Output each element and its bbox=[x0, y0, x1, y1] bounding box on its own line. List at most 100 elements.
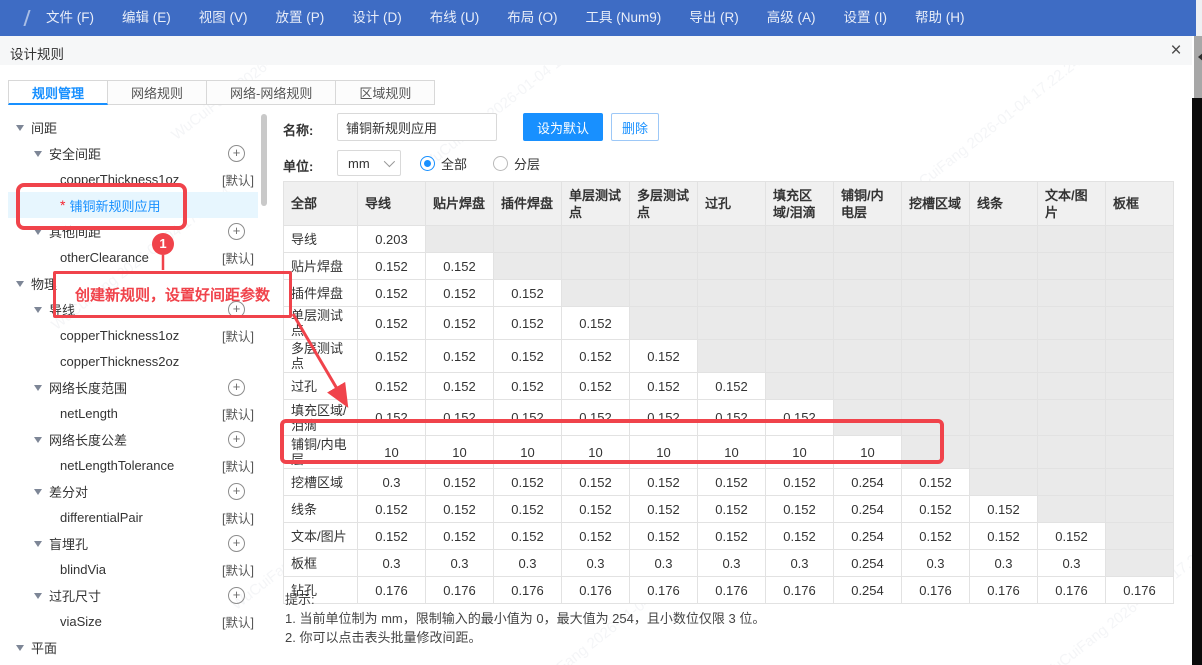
matrix-cell-r5-c4[interactable]: 0.152 bbox=[630, 373, 698, 400]
matrix-cell-r11-c5[interactable]: 0.3 bbox=[698, 550, 766, 577]
matrix-cell-r9-c7[interactable]: 0.254 bbox=[834, 496, 902, 523]
matrix-cell-r7-c6[interactable]: 10 bbox=[766, 436, 834, 469]
matrix-cell-r10-c4[interactable]: 0.152 bbox=[630, 523, 698, 550]
matrix-cell-r3-c3[interactable]: 0.152 bbox=[562, 307, 630, 340]
matrix-cell-r6-c2[interactable]: 0.152 bbox=[494, 400, 562, 436]
matrix-cell-r1-c0[interactable]: 0.152 bbox=[358, 253, 426, 280]
matrix-cell-r8-c3[interactable]: 0.152 bbox=[562, 469, 630, 496]
matrix-cell-r10-c3[interactable]: 0.152 bbox=[562, 523, 630, 550]
unit-select[interactable]: mm bbox=[337, 150, 401, 176]
add-rule-icon[interactable]: + bbox=[228, 483, 245, 500]
tree-item-4[interactable]: 其他间距+ bbox=[8, 218, 258, 244]
menu-item-8[interactable]: 导出 (R) bbox=[675, 0, 753, 36]
menu-item-5[interactable]: 布线 (U) bbox=[416, 0, 494, 36]
matrix-cell-r12-c7[interactable]: 0.254 bbox=[834, 577, 902, 604]
matrix-col-header-2[interactable]: 贴片焊盘 bbox=[426, 182, 494, 226]
matrix-cell-r11-c6[interactable]: 0.3 bbox=[766, 550, 834, 577]
tree-scrollbar[interactable] bbox=[261, 114, 267, 206]
matrix-cell-r4-c1[interactable]: 0.152 bbox=[426, 340, 494, 373]
matrix-cell-r10-c9[interactable]: 0.152 bbox=[970, 523, 1038, 550]
matrix-cell-r10-c1[interactable]: 0.152 bbox=[426, 523, 494, 550]
matrix-cell-r0-c0[interactable]: 0.203 bbox=[358, 226, 426, 253]
matrix-col-header-4[interactable]: 单层测试点 bbox=[562, 182, 630, 226]
matrix-cell-r11-c0[interactable]: 0.3 bbox=[358, 550, 426, 577]
matrix-cell-r6-c5[interactable]: 0.152 bbox=[698, 400, 766, 436]
menu-item-10[interactable]: 设置 (I) bbox=[830, 0, 902, 36]
menu-item-6[interactable]: 布局 (O) bbox=[493, 0, 571, 36]
matrix-col-header-12[interactable]: 板框 bbox=[1106, 182, 1174, 226]
matrix-cell-r9-c1[interactable]: 0.152 bbox=[426, 496, 494, 523]
matrix-cell-r6-c3[interactable]: 0.152 bbox=[562, 400, 630, 436]
matrix-cell-r11-c4[interactable]: 0.3 bbox=[630, 550, 698, 577]
radio-icon[interactable] bbox=[420, 156, 435, 171]
tab-1[interactable]: 网络规则 bbox=[108, 80, 207, 105]
matrix-cell-r7-c7[interactable]: 10 bbox=[834, 436, 902, 469]
panel-collapse-icon[interactable] bbox=[1193, 52, 1202, 62]
matrix-cell-r8-c4[interactable]: 0.152 bbox=[630, 469, 698, 496]
tree-item-3[interactable]: *铺铜新规则应用 bbox=[8, 192, 258, 218]
tree-item-1[interactable]: 安全间距+ bbox=[8, 140, 258, 166]
caret-down-icon[interactable] bbox=[34, 437, 42, 447]
matrix-cell-r10-c10[interactable]: 0.152 bbox=[1038, 523, 1106, 550]
matrix-cell-r11-c1[interactable]: 0.3 bbox=[426, 550, 494, 577]
matrix-col-header-3[interactable]: 插件焊盘 bbox=[494, 182, 562, 226]
tab-2[interactable]: 网络-网络规则 bbox=[207, 80, 336, 105]
matrix-col-header-8[interactable]: 铺铜/内电层 bbox=[834, 182, 902, 226]
matrix-cell-r2-c0[interactable]: 0.152 bbox=[358, 280, 426, 307]
matrix-cell-r9-c6[interactable]: 0.152 bbox=[766, 496, 834, 523]
matrix-cell-r6-c6[interactable]: 0.152 bbox=[766, 400, 834, 436]
matrix-cell-r4-c0[interactable]: 0.152 bbox=[358, 340, 426, 373]
matrix-col-header-7[interactable]: 填充区域/泪滴 bbox=[766, 182, 834, 226]
tree-item-18[interactable]: 过孔尺寸+ bbox=[8, 582, 258, 608]
matrix-col-header-6[interactable]: 过孔 bbox=[698, 182, 766, 226]
caret-down-icon[interactable] bbox=[34, 229, 42, 239]
add-rule-icon[interactable]: + bbox=[228, 145, 245, 162]
matrix-cell-r11-c7[interactable]: 0.254 bbox=[834, 550, 902, 577]
tree-item-13[interactable]: netLengthTolerance[默认] bbox=[8, 452, 258, 478]
tree-item-20[interactable]: 平面 bbox=[8, 634, 258, 660]
matrix-cell-r11-c2[interactable]: 0.3 bbox=[494, 550, 562, 577]
matrix-cell-r9-c5[interactable]: 0.152 bbox=[698, 496, 766, 523]
matrix-cell-r4-c3[interactable]: 0.152 bbox=[562, 340, 630, 373]
matrix-cell-r7-c3[interactable]: 10 bbox=[562, 436, 630, 469]
tree-item-9[interactable]: copperThickness2oz bbox=[8, 348, 258, 374]
add-rule-icon[interactable]: + bbox=[228, 223, 245, 240]
matrix-cell-r10-c7[interactable]: 0.254 bbox=[834, 523, 902, 550]
matrix-cell-r7-c2[interactable]: 10 bbox=[494, 436, 562, 469]
menu-item-0[interactable]: 文件 (F) bbox=[32, 0, 108, 36]
matrix-cell-r2-c2[interactable]: 0.152 bbox=[494, 280, 562, 307]
tree-item-14[interactable]: 差分对+ bbox=[8, 478, 258, 504]
radio-option-0[interactable]: 全部 bbox=[420, 154, 467, 173]
matrix-cell-r1-c1[interactable]: 0.152 bbox=[426, 253, 494, 280]
matrix-col-header-1[interactable]: 导线 bbox=[358, 182, 426, 226]
matrix-cell-r6-c0[interactable]: 0.152 bbox=[358, 400, 426, 436]
matrix-cell-r11-c10[interactable]: 0.3 bbox=[1038, 550, 1106, 577]
tree-item-17[interactable]: blindVia[默认] bbox=[8, 556, 258, 582]
menu-item-3[interactable]: 放置 (P) bbox=[262, 0, 339, 36]
matrix-cell-r7-c4[interactable]: 10 bbox=[630, 436, 698, 469]
matrix-cell-r11-c8[interactable]: 0.3 bbox=[902, 550, 970, 577]
set-default-button[interactable]: 设为默认 bbox=[523, 113, 603, 141]
tree-item-2[interactable]: copperThickness1oz[默认] bbox=[8, 166, 258, 192]
caret-down-icon[interactable] bbox=[16, 645, 24, 655]
matrix-cell-r5-c2[interactable]: 0.152 bbox=[494, 373, 562, 400]
matrix-cell-r6-c1[interactable]: 0.152 bbox=[426, 400, 494, 436]
add-rule-icon[interactable]: + bbox=[228, 431, 245, 448]
matrix-col-header-5[interactable]: 多层测试点 bbox=[630, 182, 698, 226]
matrix-cell-r12-c11[interactable]: 0.176 bbox=[1106, 577, 1174, 604]
caret-down-icon[interactable] bbox=[34, 593, 42, 603]
tree-item-10[interactable]: 网络长度范围+ bbox=[8, 374, 258, 400]
matrix-cell-r8-c6[interactable]: 0.152 bbox=[766, 469, 834, 496]
add-rule-icon[interactable]: + bbox=[228, 535, 245, 552]
matrix-cell-r10-c0[interactable]: 0.152 bbox=[358, 523, 426, 550]
caret-down-icon[interactable] bbox=[34, 541, 42, 551]
delete-button[interactable]: 删除 bbox=[611, 113, 659, 141]
matrix-cell-r10-c8[interactable]: 0.152 bbox=[902, 523, 970, 550]
radio-option-1[interactable]: 分层 bbox=[493, 154, 540, 173]
matrix-cell-r12-c9[interactable]: 0.176 bbox=[970, 577, 1038, 604]
caret-down-icon[interactable] bbox=[16, 281, 24, 291]
menu-item-7[interactable]: 工具 (Num9) bbox=[572, 0, 676, 36]
add-rule-icon[interactable]: + bbox=[228, 587, 245, 604]
matrix-cell-r4-c4[interactable]: 0.152 bbox=[630, 340, 698, 373]
matrix-cell-r5-c1[interactable]: 0.152 bbox=[426, 373, 494, 400]
